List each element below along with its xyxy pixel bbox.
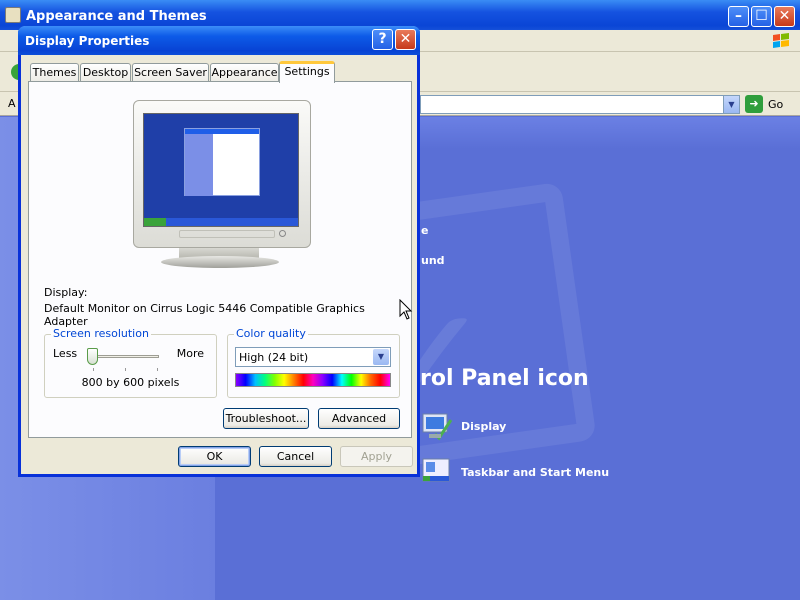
control-panel-heading: rol Panel icon bbox=[420, 366, 589, 391]
address-label: A bbox=[8, 97, 16, 110]
display-properties-dialog: Display Properties ? ✕ Themes Desktop Sc… bbox=[18, 26, 420, 477]
taskbar-icon bbox=[422, 458, 450, 482]
control-panel-icon bbox=[5, 7, 21, 23]
tab-desktop[interactable]: Desktop bbox=[80, 63, 131, 82]
less-label: Less bbox=[53, 347, 78, 360]
monitor-slot bbox=[179, 230, 275, 238]
display-cp-label: Display bbox=[461, 420, 507, 433]
explorer-title: Appearance and Themes bbox=[26, 9, 207, 24]
color-quality-title: Color quality bbox=[234, 327, 308, 340]
pick-task-fragment[interactable]: e bbox=[421, 224, 428, 237]
resolution-slider-track[interactable] bbox=[91, 355, 159, 358]
go-label: Go bbox=[768, 98, 784, 111]
taskbar-cp-label: Taskbar and Start Menu bbox=[461, 466, 610, 479]
slider-ticks bbox=[93, 368, 159, 371]
more-label: More bbox=[176, 347, 204, 360]
settings-panel: Display: Default Monitor on Cirrus Logic… bbox=[28, 81, 412, 438]
chevron-down-icon[interactable]: ▼ bbox=[373, 349, 389, 365]
monitor-screen bbox=[143, 113, 299, 227]
dialog-close-button[interactable]: ✕ bbox=[395, 29, 416, 50]
address-input[interactable]: ▼ bbox=[420, 95, 740, 114]
tab-appearance[interactable]: Appearance bbox=[210, 63, 279, 82]
preview-start-button bbox=[144, 218, 166, 226]
adapter-name: Default Monitor on Cirrus Logic 5446 Com… bbox=[44, 302, 365, 328]
go-arrow-icon: ➜ bbox=[745, 95, 763, 113]
maximize-button[interactable]: ☐ bbox=[751, 6, 772, 27]
chevron-down-icon[interactable]: ▼ bbox=[723, 96, 739, 113]
monitor-base bbox=[161, 256, 279, 268]
minimize-button[interactable]: – bbox=[728, 6, 749, 27]
screen-resolution-title: Screen resolution bbox=[51, 327, 151, 340]
display-label: Display: bbox=[44, 286, 88, 299]
color-quality-select[interactable]: High (24 bit) ▼ bbox=[235, 347, 391, 367]
window-close-button[interactable]: ✕ bbox=[774, 6, 795, 27]
troubleshoot-button[interactable]: Troubleshoot... bbox=[223, 408, 309, 429]
dialog-titlebar[interactable]: Display Properties ? ✕ bbox=[18, 26, 420, 55]
cancel-button[interactable]: Cancel bbox=[259, 446, 332, 467]
mouse-cursor-icon bbox=[399, 299, 413, 320]
color-spectrum-bar bbox=[235, 373, 391, 387]
help-button[interactable]: ? bbox=[372, 29, 393, 50]
display-icon bbox=[422, 413, 453, 441]
tab-screen-saver[interactable]: Screen Saver bbox=[132, 63, 209, 82]
pick-task-fragment[interactable]: und bbox=[421, 254, 445, 267]
apply-button[interactable]: Apply bbox=[340, 446, 413, 467]
preview-taskbar bbox=[144, 218, 298, 226]
tab-themes[interactable]: Themes bbox=[30, 63, 79, 82]
color-quality-group: Color quality High (24 bit) ▼ bbox=[227, 327, 400, 398]
dialog-title: Display Properties bbox=[25, 34, 150, 48]
resolution-value: 800 by 600 pixels bbox=[81, 376, 180, 389]
color-quality-value: High (24 bit) bbox=[239, 351, 309, 364]
monitor-preview bbox=[133, 100, 311, 248]
preview-window bbox=[184, 128, 260, 196]
windows-logo-icon bbox=[773, 33, 789, 48]
display-cp-item[interactable]: Display bbox=[421, 410, 621, 446]
go-button[interactable]: ➜ Go bbox=[745, 95, 795, 114]
monitor-power-icon bbox=[279, 230, 286, 237]
ok-button[interactable]: OK bbox=[178, 446, 251, 467]
screen-resolution-group: Screen resolution Less More 800 by 600 p… bbox=[44, 327, 217, 398]
taskbar-cp-item[interactable]: Taskbar and Start Menu bbox=[421, 456, 641, 492]
tab-settings[interactable]: Settings bbox=[279, 61, 335, 83]
advanced-button[interactable]: Advanced bbox=[318, 408, 400, 429]
resolution-slider-thumb[interactable] bbox=[87, 348, 98, 365]
